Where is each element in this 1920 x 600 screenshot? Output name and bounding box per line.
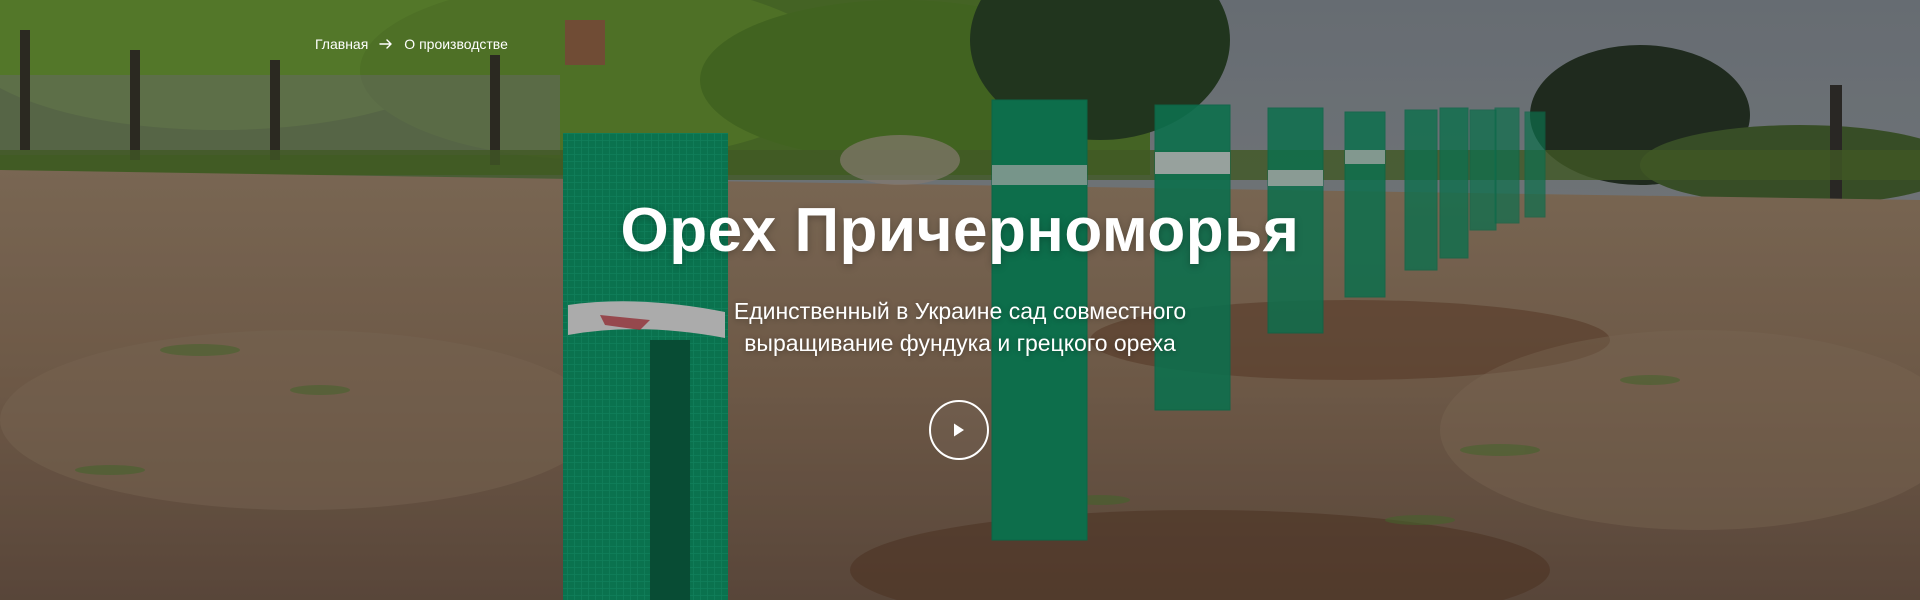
breadcrumb-current: О производстве [404,36,508,52]
breadcrumb-home-link[interactable]: Главная [315,34,368,54]
page-title: Орех Причерноморья [620,196,1300,265]
play-video-button[interactable] [929,400,989,460]
breadcrumb: Главная О производстве [315,34,508,54]
hero-content: Орех Причерноморья Единственный в Украин… [0,195,1920,359]
arrow-right-icon [379,39,392,49]
play-icon [954,423,964,437]
hero-subtitle: Единственный в Украине сад совместного в… [733,298,1187,356]
hero-section: Главная О производстве Орех Причерноморь… [0,0,1920,600]
